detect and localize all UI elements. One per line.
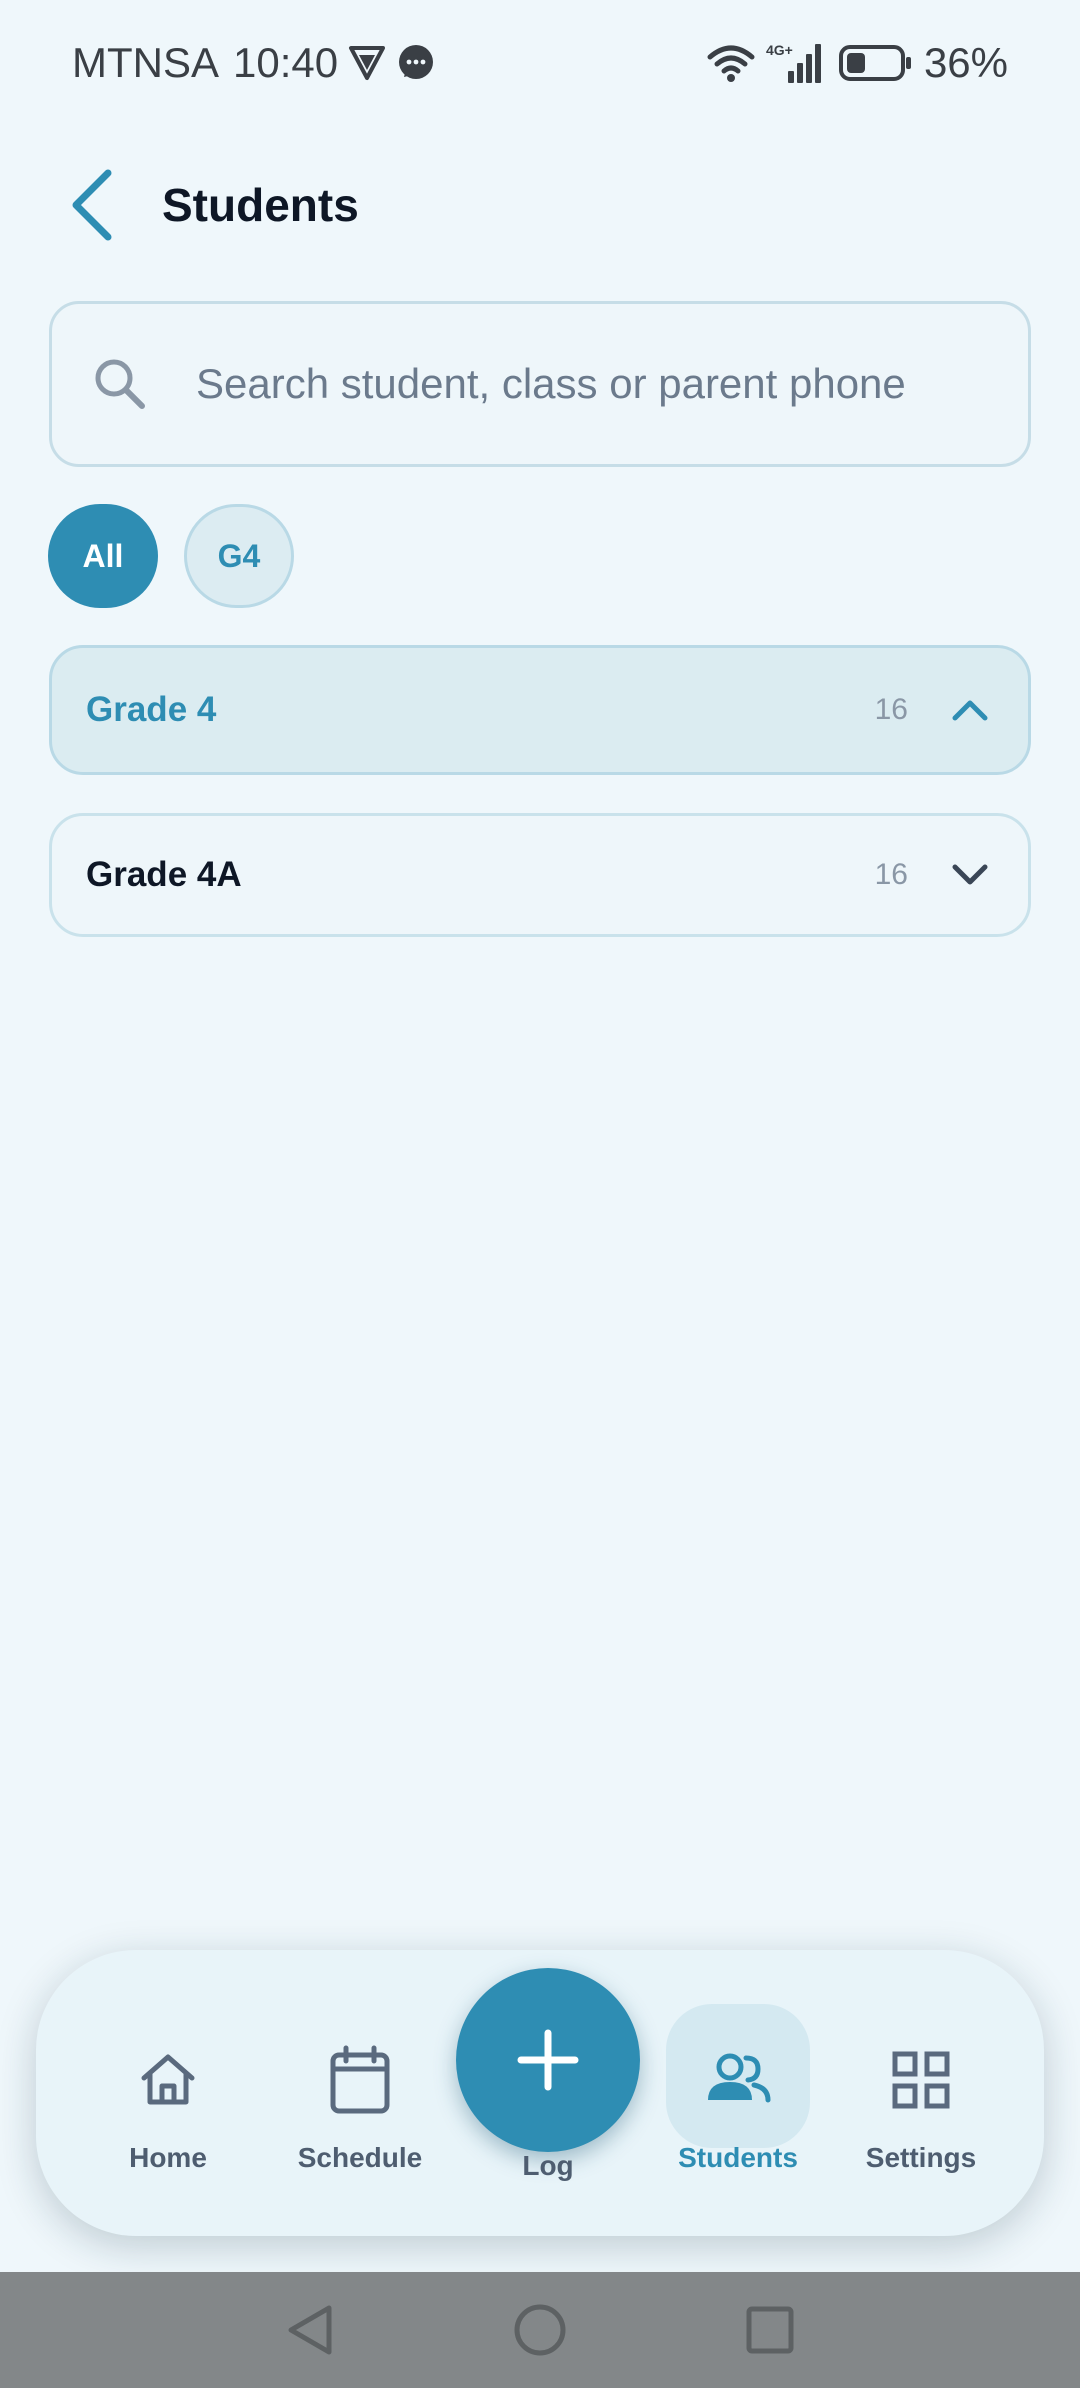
triangle-back-icon — [288, 2305, 332, 2355]
nav-label: Students — [678, 2142, 798, 2173]
network-type: 4G+ — [766, 42, 793, 58]
chip-all[interactable]: All — [48, 504, 158, 608]
search-box[interactable] — [49, 301, 1031, 467]
app-header: Students — [0, 150, 1080, 260]
log-button[interactable] — [456, 1968, 640, 2152]
messenger-icon — [396, 43, 436, 83]
group-count: 16 — [874, 858, 908, 891]
plus-icon — [517, 2029, 579, 2091]
wifi-icon — [706, 43, 756, 83]
circle-home-icon — [514, 2304, 566, 2356]
vpn-icon — [348, 44, 386, 82]
grid-icon — [891, 2040, 951, 2120]
users-icon — [704, 2040, 772, 2120]
calendar-icon — [328, 2040, 392, 2120]
chevron-up-icon — [948, 688, 992, 732]
home-icon — [136, 2040, 200, 2120]
group-name: Grade 4A — [86, 855, 242, 894]
clock: 10:40 — [233, 38, 339, 86]
nav-students[interactable]: Students — [658, 2040, 818, 2174]
chevron-left-icon — [72, 169, 112, 241]
signal-icon: 4G+ — [766, 41, 828, 85]
back-button[interactable] — [62, 165, 122, 245]
status-right: 4G+ 36% — [706, 39, 1008, 87]
nav-label: Schedule — [297, 2142, 423, 2173]
group-name: Grade 4 — [86, 690, 217, 729]
status-bar: MTNSA 10:40 4G+ 36% — [0, 0, 1080, 125]
page-title: Students — [162, 179, 359, 231]
status-left: MTNSA 10:40 — [72, 39, 436, 87]
filter-chips: All G4 — [48, 504, 294, 608]
group-grade-4a[interactable]: Grade 4A 16 — [49, 813, 1031, 937]
system-recents-button[interactable] — [730, 2290, 810, 2370]
log-label: Log — [522, 2150, 574, 2181]
nav-label: Settings — [865, 2142, 977, 2173]
chip-g4[interactable]: G4 — [184, 504, 294, 608]
square-recents-icon — [746, 2306, 794, 2354]
group-grade-4[interactable]: Grade 4 16 — [49, 645, 1031, 775]
search-input[interactable] — [196, 360, 996, 408]
battery-percent: 36% — [923, 38, 1008, 86]
nav-home[interactable]: Home — [88, 2040, 248, 2174]
group-count: 16 — [874, 693, 908, 726]
nav-settings[interactable]: Settings — [841, 2040, 1001, 2174]
nav-label: Home — [129, 2142, 207, 2173]
system-home-button[interactable] — [500, 2290, 580, 2370]
system-nav-bar — [0, 2272, 1080, 2388]
system-back-button[interactable] — [270, 2290, 350, 2370]
search-icon — [95, 359, 145, 409]
nav-schedule[interactable]: Schedule — [280, 2040, 440, 2174]
chevron-down-icon — [948, 853, 992, 897]
battery-icon — [838, 43, 914, 83]
carrier-name: MTNSA — [72, 38, 219, 86]
